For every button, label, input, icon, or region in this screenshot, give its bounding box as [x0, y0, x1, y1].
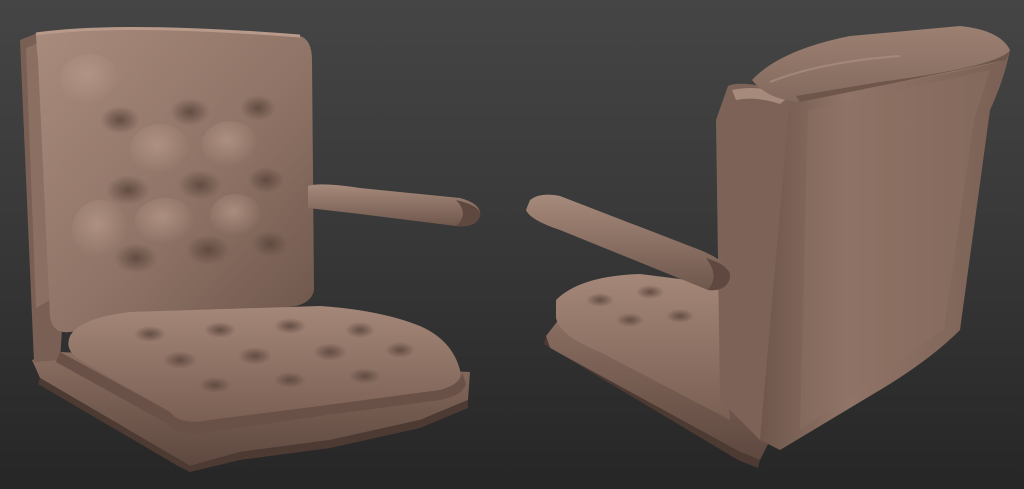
chair-back-view [526, 26, 1010, 468]
chair-front-arm [308, 184, 481, 227]
render-scene [20, 26, 1010, 472]
chair-front-view [20, 26, 481, 472]
render-viewport [0, 0, 1024, 489]
